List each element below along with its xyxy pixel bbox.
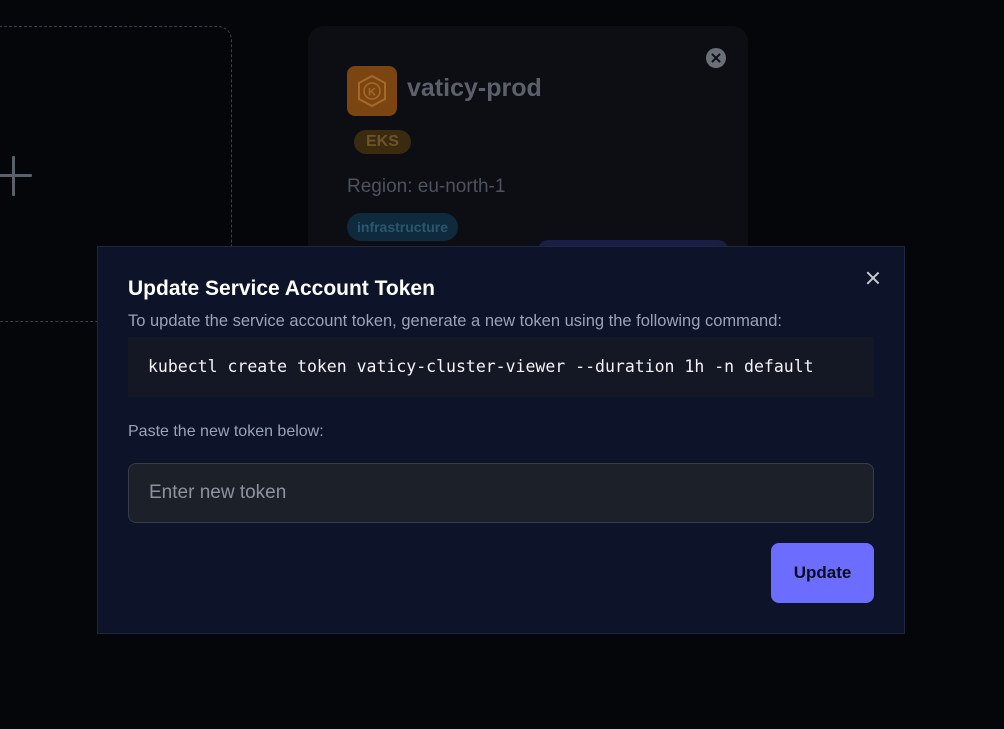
- plus-icon[interactable]: [0, 156, 32, 196]
- kubernetes-icon: K: [347, 66, 397, 116]
- cluster-tag: infrastructure: [347, 213, 459, 241]
- cluster-type-badge: EKS: [354, 130, 411, 154]
- paste-token-label: Paste the new token below:: [128, 423, 324, 440]
- page-root: K vaticy-prod EKS Region: eu-north-1 inf…: [0, 0, 1004, 729]
- modal-description: To update the service account token, gen…: [128, 312, 782, 330]
- cluster-region: Region: eu-north-1: [347, 176, 506, 197]
- command-snippet[interactable]: kubectl create token vaticy-cluster-view…: [128, 337, 874, 397]
- token-input[interactable]: [128, 463, 874, 523]
- modal-title: Update Service Account Token: [128, 277, 435, 300]
- close-icon[interactable]: [864, 269, 882, 287]
- update-button[interactable]: Update: [771, 543, 874, 603]
- remove-cluster-icon[interactable]: [706, 48, 726, 68]
- cluster-name: vaticy-prod: [407, 74, 542, 102]
- update-token-modal: Update Service Account Token To update t…: [97, 246, 905, 634]
- logo-letter: K: [368, 87, 376, 99]
